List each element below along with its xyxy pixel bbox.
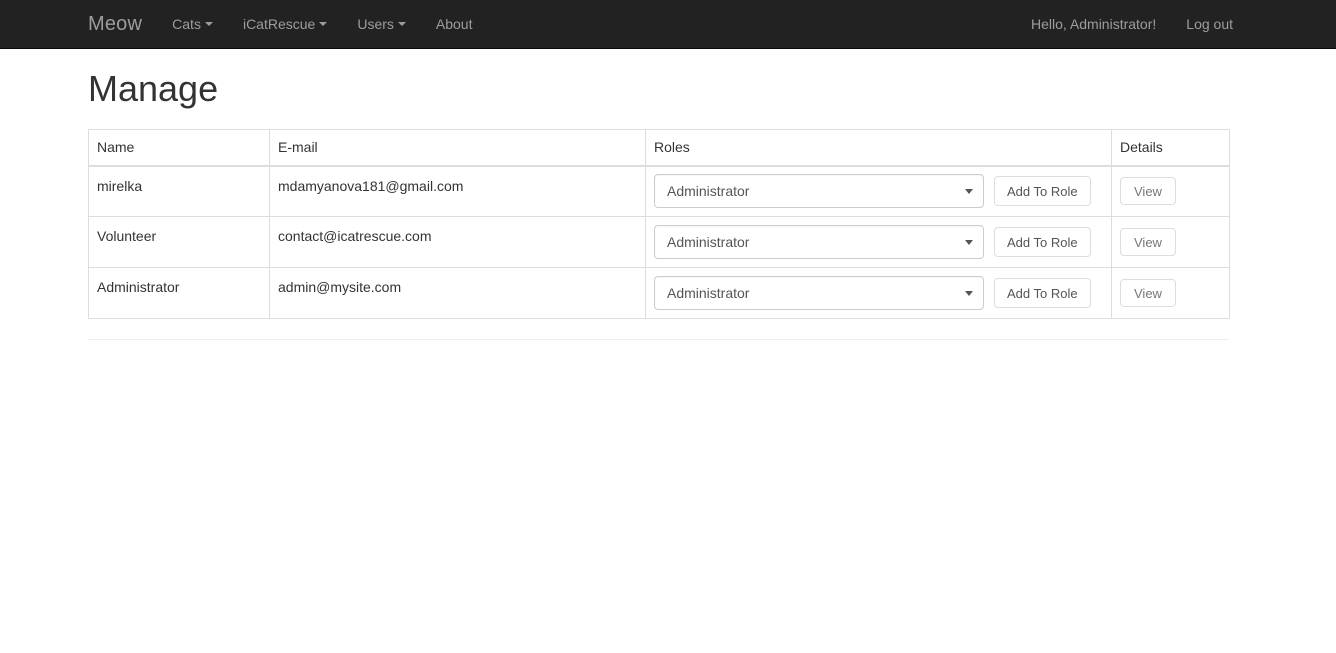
nav-item-label: iCatRescue xyxy=(242,15,316,32)
column-header-roles: Roles xyxy=(645,128,1112,167)
user-name: Volunteer xyxy=(97,228,157,245)
role-select-dropdown[interactable]: Administrator xyxy=(654,225,984,260)
table-header-row: Name E-mail Roles Details xyxy=(88,128,1230,167)
user-email: admin@mysite.com xyxy=(278,279,402,296)
cell-name: Volunteer xyxy=(88,216,270,269)
user-name: mirelka xyxy=(97,177,143,194)
table-row: mirelka mdamyanova181@gmail.com Administ… xyxy=(88,165,1230,218)
cell-roles: Administrator Add To Role xyxy=(645,165,1112,218)
cell-name: Administrator xyxy=(88,267,270,320)
user-email: contact@icatrescue.com xyxy=(278,228,432,245)
brand-logo[interactable]: Meow xyxy=(88,0,157,48)
user-email: mdamyanova181@gmail.com xyxy=(278,177,464,194)
role-select-value: Administrator xyxy=(667,234,750,251)
main-container: Manage Name E-mail Roles Details mirelka… xyxy=(88,68,1248,341)
table-body: mirelka mdamyanova181@gmail.com Administ… xyxy=(88,165,1230,320)
role-select-value: Administrator xyxy=(667,285,750,302)
top-navbar: Meow Cats iCatRescue Users About Hello, … xyxy=(0,0,1336,49)
navbar-right-group: Hello, Administrator! Log out xyxy=(1016,0,1248,48)
cell-details: View xyxy=(1111,165,1230,218)
nav-item-about[interactable]: About xyxy=(421,0,488,48)
add-to-role-button[interactable]: Add To Role xyxy=(994,227,1091,258)
cell-roles: Administrator Add To Role xyxy=(645,216,1112,269)
cell-name: mirelka xyxy=(88,165,270,218)
chevron-down-icon xyxy=(965,291,973,297)
add-to-role-button[interactable]: Add To Role xyxy=(994,176,1091,207)
chevron-down-icon xyxy=(204,22,213,26)
users-table: Name E-mail Roles Details mirelka mdamya… xyxy=(88,128,1230,320)
column-header-details: Details xyxy=(1111,128,1230,167)
cell-email: admin@mysite.com xyxy=(269,267,646,320)
view-button[interactable]: View xyxy=(1120,177,1176,206)
nav-item-label: Cats xyxy=(172,15,201,32)
nav-item-users[interactable]: Users xyxy=(342,0,421,48)
greeting-link[interactable]: Hello, Administrator! xyxy=(1016,0,1171,48)
chevron-down-icon xyxy=(965,240,973,246)
navbar-left-group: Meow Cats iCatRescue Users About xyxy=(88,0,487,48)
view-button[interactable]: View xyxy=(1120,279,1176,308)
add-to-role-button[interactable]: Add To Role xyxy=(994,278,1091,309)
cell-details: View xyxy=(1111,216,1230,269)
nav-item-icatrescue[interactable]: iCatRescue xyxy=(228,0,342,48)
role-select-dropdown[interactable]: Administrator xyxy=(654,174,984,209)
nav-item-cats[interactable]: Cats xyxy=(157,0,228,48)
page-title: Manage xyxy=(88,68,219,109)
table-row: Administrator admin@mysite.com Administr… xyxy=(88,267,1230,320)
column-header-name: Name xyxy=(88,128,270,167)
cell-details: View xyxy=(1111,267,1230,320)
view-button[interactable]: View xyxy=(1120,228,1176,257)
chevron-down-icon xyxy=(319,22,328,26)
cell-email: mdamyanova181@gmail.com xyxy=(269,165,646,218)
table-header: Name E-mail Roles Details xyxy=(88,128,1230,167)
column-header-email: E-mail xyxy=(269,128,646,167)
role-select-dropdown[interactable]: Administrator xyxy=(654,276,984,311)
chevron-down-icon xyxy=(397,22,406,26)
role-select-value: Administrator xyxy=(667,183,750,200)
chevron-down-icon xyxy=(965,189,973,195)
nav-item-label: About xyxy=(435,15,473,32)
footer-divider xyxy=(88,339,1229,341)
cell-email: contact@icatrescue.com xyxy=(269,216,646,269)
logout-link[interactable]: Log out xyxy=(1171,0,1248,48)
user-name: Administrator xyxy=(97,279,180,296)
nav-item-label: Users xyxy=(357,15,394,32)
cell-roles: Administrator Add To Role xyxy=(645,267,1112,320)
table-row: Volunteer contact@icatrescue.com Adminis… xyxy=(88,216,1230,269)
